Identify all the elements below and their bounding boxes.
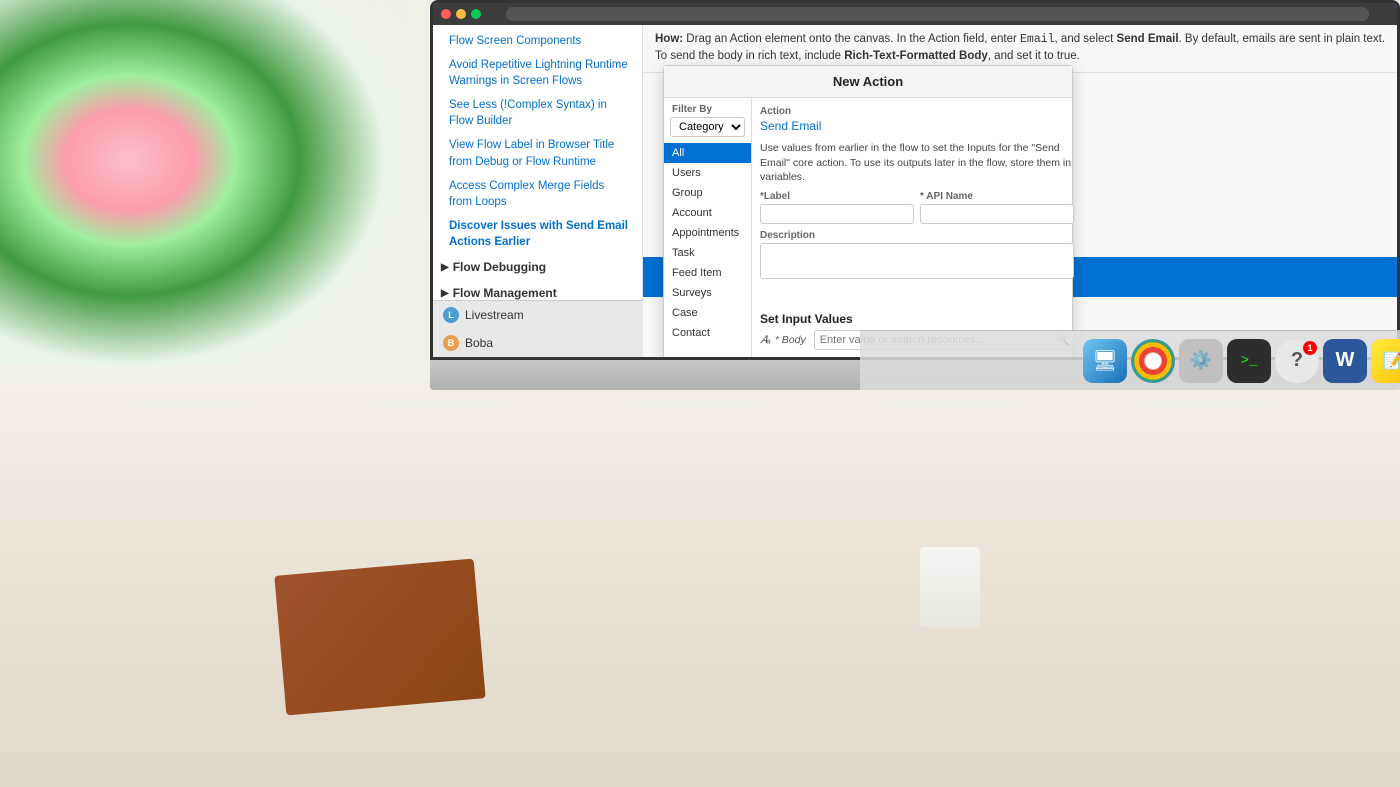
help-icon: ?: [1291, 349, 1303, 372]
imac-screen: Flow Screen Components Avoid Repetitive …: [430, 0, 1400, 360]
dock-word[interactable]: W: [1323, 339, 1367, 383]
filter-by-label: Filter By: [664, 98, 751, 117]
sidebar-item-access-complex[interactable]: Access Complex Merge Fields from Loops: [433, 174, 642, 214]
screen-content: Flow Screen Components Avoid Repetitive …: [433, 3, 1397, 357]
imac-monitor: Flow Screen Components Avoid Repetitive …: [430, 0, 1400, 390]
filter-item-group[interactable]: Group: [664, 183, 751, 203]
notebook-decoration: [274, 559, 485, 716]
sidebar-item-discover-issues[interactable]: Discover Issues with Send Email Actions …: [433, 214, 642, 254]
label-field-label: *Label: [760, 191, 914, 202]
sidebar-item-complex[interactable]: See Less (!Complex Syntax) in Flow Build…: [433, 93, 642, 133]
label-apiname-row: *Label * API Name: [760, 191, 1074, 224]
desk-surface: [0, 367, 1400, 787]
notes-icon: 📝: [1383, 351, 1400, 371]
api-name-label: * API Name: [920, 191, 1074, 202]
gear-icon: ⚙️: [1190, 350, 1212, 371]
description-field: Description: [760, 230, 1074, 302]
filter-panel: Filter By Category All Users Group Accou…: [664, 98, 752, 357]
dock-chrome[interactable]: [1131, 339, 1175, 383]
new-action-dialog: New Action Filter By Category All: [663, 65, 1073, 357]
filter-item-account[interactable]: Account: [664, 203, 751, 223]
dock-finder[interactable]: 🖥: [1083, 339, 1127, 383]
filter-item-case[interactable]: Case: [664, 303, 751, 323]
filter-item-surveys[interactable]: Surveys: [664, 283, 751, 303]
category-select[interactable]: Category: [670, 117, 745, 137]
dialog-body: Filter By Category All Users Group Accou…: [664, 98, 1072, 357]
body-field-label: * Body: [775, 334, 806, 346]
macos-dock: 🖥 ⚙️ >_ ? 1 W 📝 P 🖥: [860, 330, 1400, 390]
url-bar[interactable]: [506, 7, 1369, 21]
description-label: Description: [760, 230, 1074, 241]
flower-decoration: [0, 0, 430, 400]
tab-bar: L Livestream B Boba: [433, 300, 643, 357]
tab-boba[interactable]: B Boba: [433, 329, 643, 357]
tab-livestream[interactable]: L Livestream: [433, 301, 643, 329]
sidebar-item-repetitive[interactable]: Avoid Repetitive Lightning Runtime Warni…: [433, 53, 642, 93]
dock-notes[interactable]: 📝: [1371, 339, 1400, 383]
screen-main: Flow Screen Components Avoid Repetitive …: [433, 25, 1397, 357]
action-description: Use values from earlier in the flow to s…: [760, 141, 1074, 185]
filter-item-users[interactable]: Users: [664, 163, 751, 183]
sidebar: Flow Screen Components Avoid Repetitive …: [433, 25, 643, 357]
dialog-title: New Action: [664, 66, 1072, 98]
livestream-dot: L: [443, 307, 459, 323]
action-label: Action: [760, 106, 1074, 117]
label-field: *Label: [760, 191, 914, 224]
action-panel: Action Send Email Use values from earlie…: [752, 98, 1082, 357]
label-input[interactable]: [760, 204, 914, 224]
sidebar-item-view-flow[interactable]: View Flow Label in Browser Title from De…: [433, 133, 642, 173]
filter-item-all[interactable]: All: [664, 143, 751, 163]
filter-list: All Users Group Account Appointments Tas…: [664, 143, 751, 357]
close-button-dot[interactable]: [441, 9, 451, 19]
filter-item-task[interactable]: Task: [664, 243, 751, 263]
chevron-right-icon: ▶: [441, 262, 449, 273]
chevron-right-icon-2: ▶: [441, 288, 449, 299]
filter-item-feed[interactable]: Feed Item: [664, 263, 751, 283]
dock-system-prefs[interactable]: ⚙️: [1179, 339, 1223, 383]
word-icon: W: [1336, 349, 1355, 372]
action-value: Send Email: [760, 117, 1074, 135]
boba-dot: B: [443, 335, 459, 351]
body-label: 𝐴ₐ: [760, 334, 771, 347]
sidebar-section-debugging[interactable]: ▶ Flow Debugging: [433, 254, 642, 280]
browser-chrome: [433, 3, 1397, 25]
action-label-row: Action Send Email: [760, 106, 1074, 135]
filter-item-appointments[interactable]: Appointments: [664, 223, 751, 243]
minimize-button-dot[interactable]: [456, 9, 466, 19]
set-input-title: Set Input Values: [760, 312, 1074, 326]
finder-icon: 🖥: [1092, 348, 1117, 373]
main-area: How: Drag an Action element onto the can…: [643, 25, 1397, 357]
filter-item-contact[interactable]: Contact: [664, 323, 751, 343]
dock-terminal[interactable]: >_: [1227, 339, 1271, 383]
api-name-field: * API Name: [920, 191, 1074, 224]
api-name-input[interactable]: [920, 204, 1074, 224]
help-badge: 1: [1303, 341, 1317, 355]
terminal-icon: >_: [1241, 353, 1258, 369]
maximize-button-dot[interactable]: [471, 9, 481, 19]
description-input[interactable]: [760, 243, 1074, 279]
dock-help[interactable]: ? 1: [1275, 339, 1319, 383]
candle-decoration: [920, 547, 980, 627]
sidebar-item-flow-screen[interactable]: Flow Screen Components: [433, 29, 642, 53]
